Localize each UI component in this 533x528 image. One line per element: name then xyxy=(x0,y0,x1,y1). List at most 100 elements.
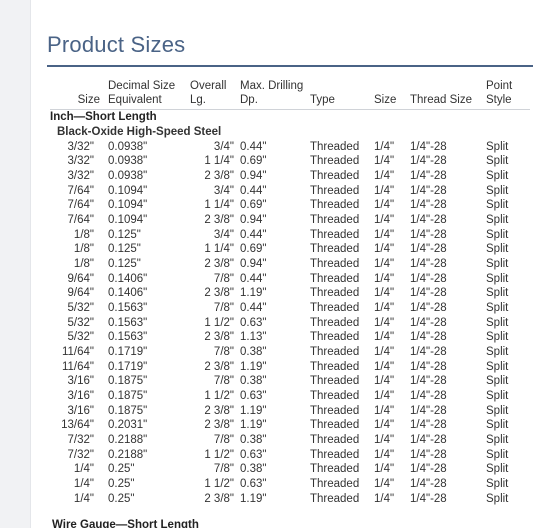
point-style-cell: Split xyxy=(486,272,509,285)
header-decimal: Decimal Size Equivalent xyxy=(108,74,190,110)
overall-length-cell: 2 3/8" xyxy=(204,287,234,300)
decimal-cell: 0.1719" xyxy=(108,346,148,359)
table-body: Inch—Short Length Black-Oxide High-Speed… xyxy=(50,110,530,507)
decimal-cell: 0.1719" xyxy=(108,360,148,373)
type-cell: Threaded xyxy=(310,302,360,315)
table-header-row: Size Decimal Size Equivalent Overall Lg.… xyxy=(50,74,530,110)
shank-size-cell: 1/4" xyxy=(374,331,395,344)
type-cell: Threaded xyxy=(310,390,360,403)
point-style-cell: Split xyxy=(486,243,509,256)
title-divider xyxy=(47,65,533,67)
table-row: 3/32" 0.0938" 3/4" 0.44" Threaded 1/4" 1/4"-28… xyxy=(50,139,530,154)
size-cell: 1/8" xyxy=(73,228,94,241)
shank-size-cell: 1/4" xyxy=(374,302,395,315)
drilling-depth-cell: 0.38" xyxy=(240,463,267,476)
drilling-depth-cell: 0.94" xyxy=(240,214,267,227)
shank-size-cell: 1/4" xyxy=(374,360,395,373)
type-cell: Threaded xyxy=(310,463,360,476)
size-cell: 3/32" xyxy=(67,140,94,153)
type-cell: Threaded xyxy=(310,434,360,447)
type-cell: Threaded xyxy=(310,199,360,212)
decimal-cell: 0.1875" xyxy=(108,375,148,388)
drilling-depth-cell: 1.13" xyxy=(240,331,267,344)
overall-length-cell: 7/8" xyxy=(213,375,234,388)
decimal-cell: 0.2188" xyxy=(108,434,148,447)
overall-length-cell: 3/4" xyxy=(213,184,234,197)
point-style-cell: Split xyxy=(486,140,509,153)
table-row: 3/16" 0.1875" 2 3/8" 1.19" Threaded 1/4" 1/4"-… xyxy=(50,403,530,418)
decimal-cell: 0.25" xyxy=(108,492,135,505)
table-row: 7/32" 0.2188" 1 1/2" 0.63" Threaded 1/4" 1/4"-… xyxy=(50,447,530,462)
decimal-cell: 0.2188" xyxy=(108,448,148,461)
type-cell: Threaded xyxy=(310,375,360,388)
left-rail xyxy=(0,0,31,528)
table-row: 7/64" 0.1094" 2 3/8" 0.94" Threaded 1/4" 1/4"-… xyxy=(50,213,530,228)
drilling-depth-cell: 0.38" xyxy=(240,434,267,447)
decimal-cell: 0.25" xyxy=(108,463,135,476)
table-row: 7/32" 0.2188" 7/8" 0.38" Threaded 1/4" 1/4"-28… xyxy=(50,433,530,448)
type-cell: Threaded xyxy=(310,492,360,505)
table-row: 5/32" 0.1563" 1 1/2" 0.63" Threaded 1/4" 1/4"-… xyxy=(50,315,530,330)
shank-size-cell: 1/4" xyxy=(374,155,395,168)
table-row: 1/4" 0.25" 7/8" 0.38" Threaded 1/4" 1/4"-28 Spl… xyxy=(50,462,530,477)
thread-size-cell: 1/4"-28 xyxy=(410,360,447,373)
table-row: 1/8" 0.125" 3/4" 0.44" Threaded 1/4" 1/4"-28 Sp… xyxy=(50,227,530,242)
drilling-depth-cell: 0.44" xyxy=(240,302,267,315)
thread-size-cell: 1/4"-28 xyxy=(410,228,447,241)
thread-size-cell: 1/4"-28 xyxy=(410,390,447,403)
overall-length-cell: 7/8" xyxy=(213,272,234,285)
overall-length-cell: 7/8" xyxy=(213,463,234,476)
shank-size-cell: 1/4" xyxy=(374,492,395,505)
size-cell: 3/16" xyxy=(67,375,94,388)
thread-size-cell: 1/4"-28 xyxy=(410,155,447,168)
point-style-cell: Split xyxy=(486,214,509,227)
thread-size-cell: 1/4"-28 xyxy=(410,272,447,285)
section-title: Inch—Short Length xyxy=(50,111,157,124)
decimal-cell: 0.1875" xyxy=(108,404,148,417)
drilling-depth-cell: 0.69" xyxy=(240,199,267,212)
type-cell: Threaded xyxy=(310,448,360,461)
table-row: 9/64" 0.1406" 2 3/8" 1.19" Threaded 1/4" 1/4"-… xyxy=(50,286,530,301)
overall-length-cell: 1 1/2" xyxy=(204,316,234,329)
overall-length-cell: 2 3/8" xyxy=(204,331,234,344)
size-cell: 3/16" xyxy=(67,390,94,403)
overall-length-cell: 2 3/8" xyxy=(204,214,234,227)
type-cell: Threaded xyxy=(310,419,360,432)
thread-size-cell: 1/4"-28 xyxy=(410,492,447,505)
point-style-cell: Split xyxy=(486,316,509,329)
thread-size-cell: 1/4"-28 xyxy=(410,140,447,153)
decimal-cell: 0.1563" xyxy=(108,302,148,315)
overall-length-cell: 7/8" xyxy=(213,346,234,359)
table-row: 3/32" 0.0938" 2 3/8" 0.94" Threaded 1/4" 1/4"-… xyxy=(50,169,530,184)
point-style-cell: Split xyxy=(486,346,509,359)
overall-length-cell: 1 1/4" xyxy=(204,199,234,212)
point-style-cell: Split xyxy=(486,287,509,300)
thread-size-cell: 1/4"-28 xyxy=(410,214,447,227)
thread-size-cell: 1/4"-28 xyxy=(410,375,447,388)
type-cell: Threaded xyxy=(310,155,360,168)
header-max-drilling-depth: Max. Drilling Dp. xyxy=(240,74,310,110)
shank-size-cell: 1/4" xyxy=(374,287,395,300)
type-cell: Threaded xyxy=(310,243,360,256)
overall-length-cell: 2 3/8" xyxy=(204,170,234,183)
point-style-cell: Split xyxy=(486,434,509,447)
size-cell: 7/64" xyxy=(67,214,94,227)
size-cell: 13/64" xyxy=(61,419,94,432)
thread-size-cell: 1/4"-28 xyxy=(410,434,447,447)
drilling-depth-cell: 1.19" xyxy=(240,360,267,373)
type-cell: Threaded xyxy=(310,287,360,300)
drilling-depth-cell: 1.19" xyxy=(240,287,267,300)
point-style-cell: Split xyxy=(486,463,509,476)
type-cell: Threaded xyxy=(310,272,360,285)
decimal-cell: 0.125" xyxy=(108,243,141,256)
thread-size-cell: 1/4"-28 xyxy=(410,302,447,315)
size-cell: 5/32" xyxy=(67,316,94,329)
thread-size-cell: 1/4"-28 xyxy=(410,404,447,417)
thread-size-cell: 1/4"-28 xyxy=(410,331,447,344)
shank-size-cell: 1/4" xyxy=(374,170,395,183)
overall-length-cell: 3/4" xyxy=(213,140,234,153)
size-cell: 7/64" xyxy=(67,199,94,212)
overall-length-cell: 1 1/4" xyxy=(204,243,234,256)
point-style-cell: Split xyxy=(486,184,509,197)
subsection-title: Black-Oxide High-Speed Steel xyxy=(57,126,222,138)
